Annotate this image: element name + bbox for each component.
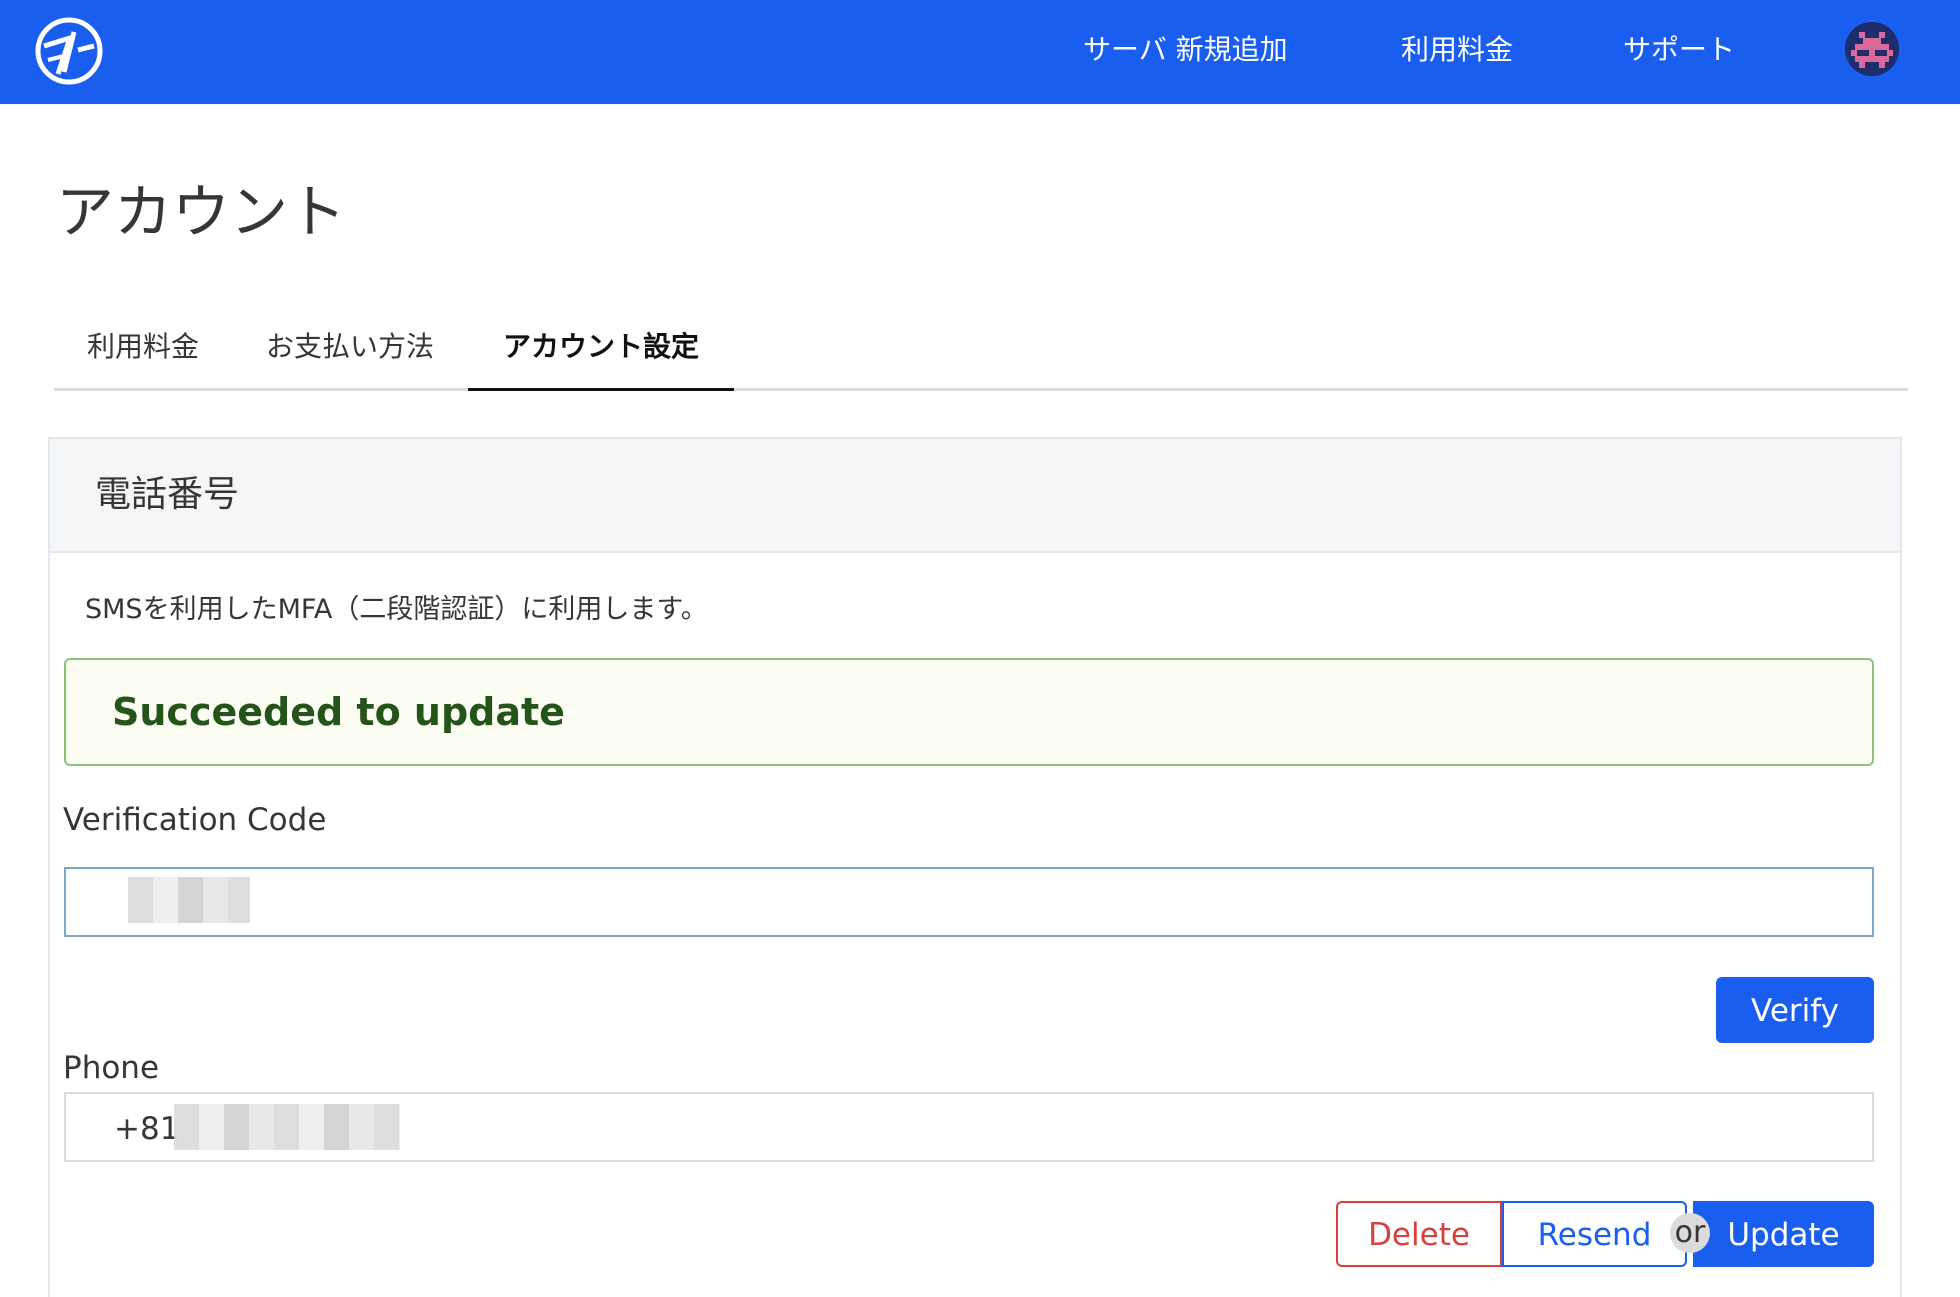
success-message: Succeeded to update	[112, 690, 565, 734]
nav-new-server-link[interactable]: サーバ 新規追加	[1083, 26, 1288, 74]
verification-code-input[interactable]	[64, 867, 1874, 937]
page-title: アカウント	[56, 178, 347, 246]
phone-input[interactable]: +81	[64, 1092, 1874, 1162]
or-separator: or	[1670, 1213, 1710, 1253]
redacted-code-blur	[128, 877, 250, 923]
verify-button[interactable]: Verify	[1716, 977, 1874, 1043]
verification-code-label: Verification Code	[63, 802, 327, 838]
resend-button[interactable]: Resend	[1502, 1201, 1687, 1267]
user-avatar[interactable]	[1845, 22, 1899, 76]
update-button[interactable]: Update	[1693, 1201, 1874, 1267]
top-navbar: サーバ 新規追加 利用料金 サポート	[0, 0, 1960, 104]
success-notification: Succeeded to update	[64, 658, 1874, 766]
brand-logo-icon[interactable]	[34, 16, 104, 86]
card-header: 電話番号	[50, 439, 1900, 553]
pixel-avatar-icon	[1845, 22, 1899, 76]
card-title: 電話番号	[95, 474, 240, 515]
account-tabs: 利用料金 お支払い方法 アカウント設定	[54, 316, 1908, 391]
nav-support-link[interactable]: サポート	[1623, 26, 1735, 74]
card-description: SMSを利用したMFA（二段階認証）に利用します。	[85, 594, 708, 625]
tab-billing[interactable]: 利用料金	[54, 316, 232, 388]
phone-label: Phone	[63, 1050, 160, 1086]
tab-payment-method[interactable]: お支払い方法	[232, 316, 468, 388]
redacted-phone-blur	[174, 1104, 400, 1150]
tab-account-settings[interactable]: アカウント設定	[468, 316, 734, 391]
delete-button[interactable]: Delete	[1336, 1201, 1502, 1267]
nav-billing-link[interactable]: 利用料金	[1401, 26, 1513, 74]
phone-value: +81	[114, 1111, 180, 1147]
